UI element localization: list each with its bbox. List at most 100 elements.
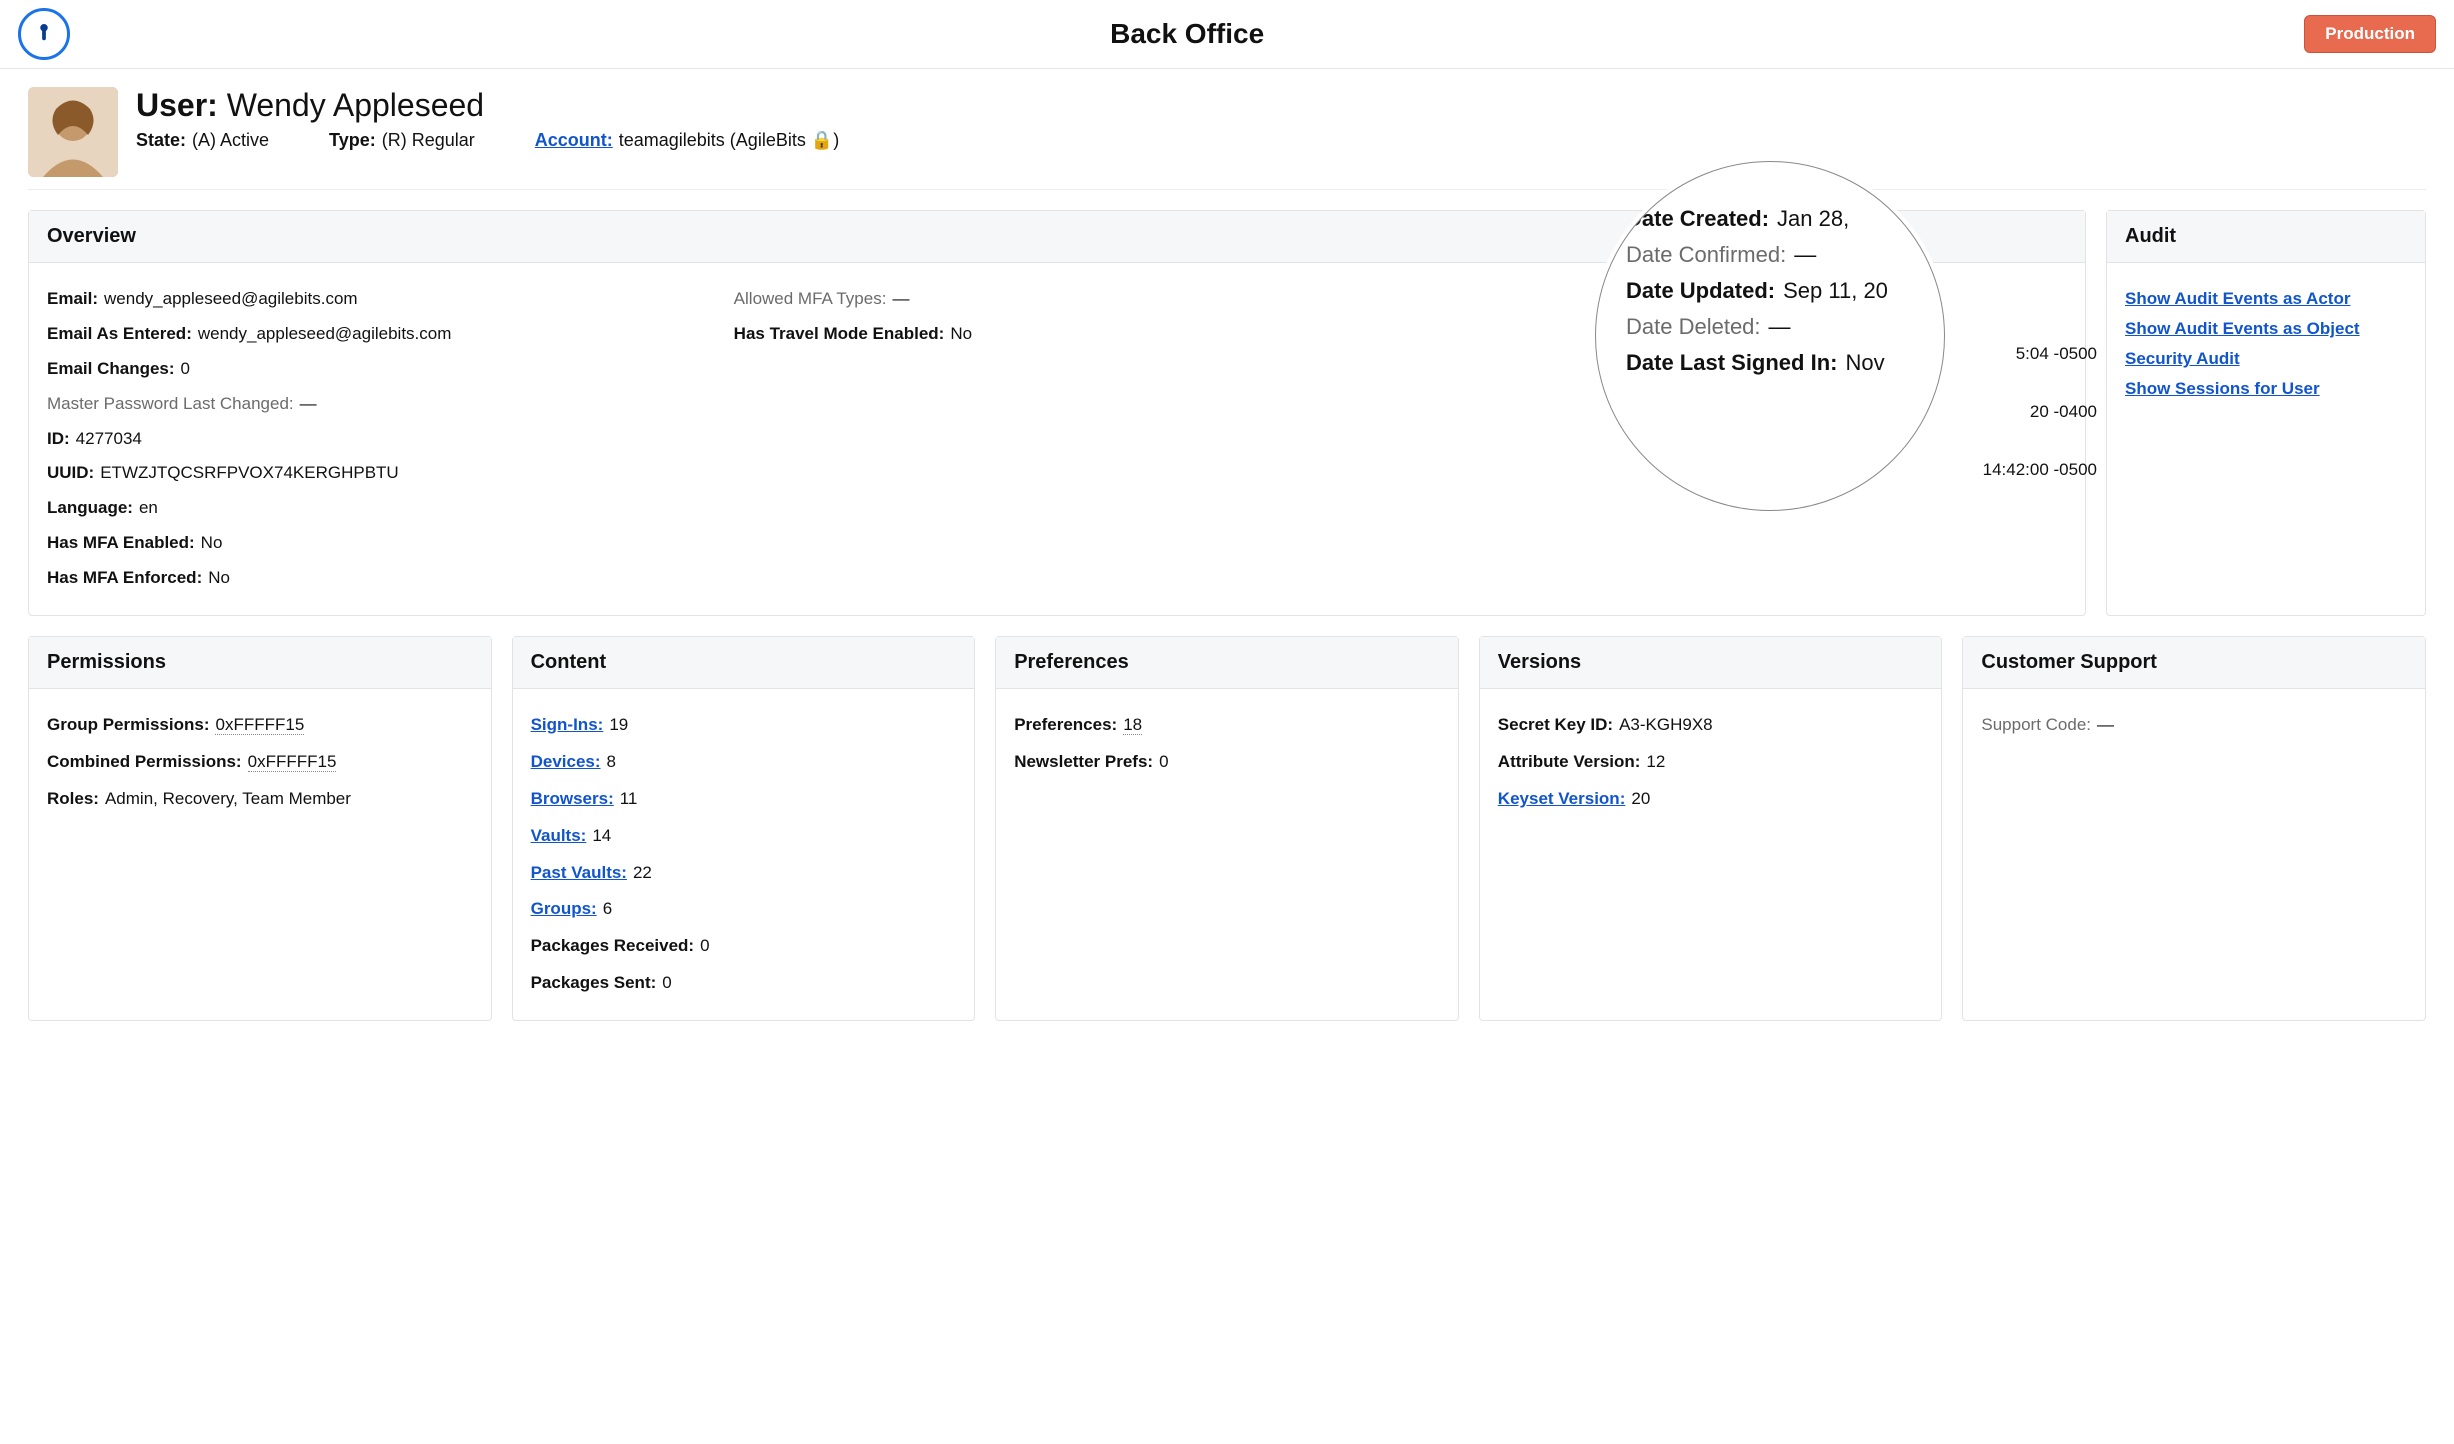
pkg-sent-label: Packages Sent: (531, 973, 657, 992)
audit-link-security[interactable]: Security Audit (2125, 349, 2407, 369)
mag-date-created-value: Jan 28, (1777, 206, 1849, 231)
account-link[interactable]: Account: (535, 130, 613, 151)
content-title: Content (513, 637, 975, 689)
permissions-title: Permissions (29, 637, 491, 689)
support-code-label: Support Code: (1981, 715, 2091, 734)
mag-date-confirmed-value: — (1794, 242, 1816, 267)
language-value: en (139, 498, 158, 517)
past-vaults-link[interactable]: Past Vaults: (531, 863, 627, 882)
uuid-value: ETWZJTQCSRFPVOX74KERGHPBTU (100, 463, 398, 482)
mfa-enabled-label: Has MFA Enabled: (47, 533, 195, 552)
mfa-enforced-label: Has MFA Enforced: (47, 568, 202, 587)
mag-date-lastsignin-label: Date Last Signed In: (1626, 350, 1837, 375)
travel-mode-label: Has Travel Mode Enabled: (734, 324, 945, 343)
support-card: Customer Support Support Code: — (1962, 636, 2426, 1021)
pkg-recv-value: 0 (700, 936, 709, 955)
behind-date-1: 5:04 -0500 (1983, 337, 2097, 371)
magnifier-overlay: Date Created:Jan 28, Date Confirmed:— Da… (1595, 161, 1945, 511)
groups-value: 6 (603, 899, 612, 918)
preferences-title: Preferences (996, 637, 1458, 689)
vaults-link[interactable]: Vaults: (531, 826, 587, 845)
id-value: 4277034 (76, 429, 142, 448)
past-vaults-value: 22 (633, 863, 652, 882)
prefs-value[interactable]: 18 (1123, 715, 1142, 735)
mag-date-created-label: Date Created: (1626, 206, 1769, 231)
page-title-prefix: User: (136, 87, 218, 123)
travel-mode-value: No (950, 324, 972, 343)
support-code-value: — (2097, 715, 2114, 734)
audit-title: Audit (2107, 211, 2425, 263)
user-account: Account: teamagilebits (AgileBits 🔒) (535, 130, 840, 151)
user-state-label: State: (136, 130, 186, 151)
roles-value: Admin, Recovery, Team Member (105, 789, 351, 808)
page-title: User: Wendy Appleseed (136, 87, 2426, 124)
mag-date-deleted-label: Date Deleted: (1626, 314, 1761, 339)
audit-link-sessions[interactable]: Show Sessions for User (2125, 379, 2407, 399)
content-card: Content Sign-Ins: 19 Devices: 8 Browsers: 1… (512, 636, 976, 1021)
combined-perm-value[interactable]: 0xFFFFF15 (248, 752, 337, 772)
secret-key-label: Secret Key ID: (1498, 715, 1613, 734)
pkg-sent-value: 0 (662, 973, 671, 992)
browsers-value: 11 (620, 789, 638, 808)
newsletter-value: 0 (1159, 752, 1168, 771)
keyset-value: 20 (1631, 789, 1650, 808)
devices-value: 8 (607, 752, 616, 771)
allowed-mfa-value: — (892, 289, 909, 308)
newsletter-label: Newsletter Prefs: (1014, 752, 1153, 771)
id-label: ID: (47, 429, 70, 448)
language-label: Language: (47, 498, 133, 517)
groups-link[interactable]: Groups: (531, 899, 597, 918)
devices-link[interactable]: Devices: (531, 752, 601, 771)
combined-perm-label: Combined Permissions: (47, 752, 242, 771)
mag-date-deleted-value: — (1769, 314, 1791, 339)
email-as-entered-value: wendy_appleseed@agilebits.com (198, 324, 452, 343)
user-state-value: (A) Active (192, 130, 269, 151)
user-type: Type: (R) Regular (329, 130, 475, 151)
pkg-recv-label: Packages Received: (531, 936, 695, 955)
topbar: Back Office Production (0, 0, 2454, 69)
user-name: Wendy Appleseed (227, 87, 484, 123)
allowed-mfa-label: Allowed MFA Types: (734, 289, 887, 308)
mfa-enabled-value: No (201, 533, 223, 552)
email-label: Email: (47, 289, 98, 308)
support-title: Customer Support (1963, 637, 2425, 689)
email-changes-label: Email Changes: (47, 359, 175, 378)
audit-link-actor[interactable]: Show Audit Events as Actor (2125, 289, 2407, 309)
preferences-card: Preferences Preferences: 18 Newsletter Pr… (995, 636, 1459, 1021)
behind-date-3: 14:42:00 -0500 (1983, 453, 2097, 487)
user-state: State: (A) Active (136, 130, 269, 151)
permissions-card: Permissions Group Permissions:0xFFFFF15 … (28, 636, 492, 1021)
user-header: User: Wendy Appleseed State: (A) Active … (28, 83, 2426, 190)
browsers-link[interactable]: Browsers: (531, 789, 614, 808)
attr-ver-value: 12 (1646, 752, 1665, 771)
overview-panel: Overview Email:wendy_appleseed@agilebits… (28, 210, 2086, 616)
user-type-label: Type: (329, 130, 376, 151)
versions-title: Versions (1480, 637, 1942, 689)
mag-date-updated-label: Date Updated: (1626, 278, 1775, 303)
versions-card: Versions Secret Key ID: A3-KGH9X8 Attribu… (1479, 636, 1943, 1021)
audit-link-object[interactable]: Show Audit Events as Object (2125, 319, 2407, 339)
email-value: wendy_appleseed@agilebits.com (104, 289, 358, 308)
attr-ver-label: Attribute Version: (1498, 752, 1641, 771)
behind-date-2: 20 -0400 (1983, 395, 2097, 429)
audit-panel: Audit Show Audit Events as Actor Show Au… (2106, 210, 2426, 616)
user-type-value: (R) Regular (382, 130, 475, 151)
secret-key-value: A3-KGH9X8 (1619, 715, 1713, 734)
environment-button[interactable]: Production (2304, 15, 2436, 53)
vaults-value: 14 (592, 826, 611, 845)
dates-behind-magnifier: 5:04 -0500 20 -0400 14:42:00 -0500 (1983, 337, 2097, 487)
app-logo-icon (18, 8, 70, 60)
account-value: teamagilebits (AgileBits 🔒) (619, 130, 840, 151)
mag-date-updated-value: Sep 11, 20 (1783, 278, 1888, 303)
prefs-label: Preferences: (1014, 715, 1117, 734)
mpw-label: Master Password Last Changed: (47, 394, 294, 413)
mfa-enforced-value: No (208, 568, 230, 587)
mag-date-lastsignin-value: Nov (1845, 350, 1884, 375)
signins-value: 19 (609, 715, 628, 734)
roles-label: Roles: (47, 789, 99, 808)
signins-link[interactable]: Sign-Ins: (531, 715, 604, 734)
mpw-value: — (300, 394, 317, 413)
email-as-entered-label: Email As Entered: (47, 324, 192, 343)
group-perm-value[interactable]: 0xFFFFF15 (215, 715, 304, 735)
keyset-link[interactable]: Keyset Version: (1498, 789, 1626, 808)
